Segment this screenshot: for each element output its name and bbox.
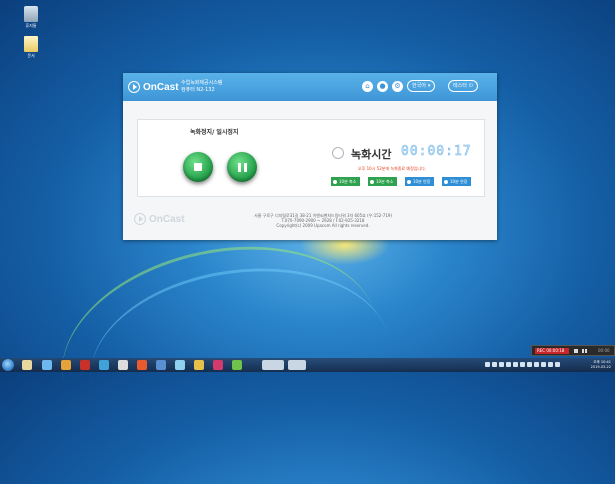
- subtitle-line1: 수업녹화제공시스템: [181, 80, 223, 86]
- end-notice: 오후 10시 52분에 녹화종료 예정입니다.: [358, 166, 427, 171]
- tray-icon[interactable]: [548, 362, 553, 367]
- stop-icon: [194, 163, 202, 171]
- user-menu-button[interactable]: 테스터 ⏻: [448, 80, 478, 92]
- folder-icon[interactable]: [61, 360, 71, 370]
- option-label: 10분 축소: [376, 179, 394, 184]
- user-button[interactable]: ●: [377, 81, 388, 92]
- user-name: 테스터: [453, 83, 467, 89]
- app-icon[interactable]: [137, 360, 147, 370]
- start-button[interactable]: [2, 359, 14, 371]
- extend-10min-button[interactable]: 10분 연장: [442, 177, 472, 186]
- app-icon[interactable]: [175, 360, 185, 370]
- pause-button[interactable]: [224, 149, 260, 185]
- recording-time-label: 녹화시간: [351, 148, 392, 161]
- tray-icon[interactable]: [506, 362, 511, 367]
- logo-text: OnCast: [143, 81, 179, 93]
- mini-pause-icon[interactable]: [582, 349, 584, 353]
- mini-recorder: REC 00:00:18 00:00: [531, 345, 615, 356]
- app-icon[interactable]: [213, 360, 223, 370]
- mini-stop-icon[interactable]: [574, 349, 578, 353]
- media-icon[interactable]: [80, 360, 90, 370]
- footer-logo-text: OnCast: [149, 213, 185, 225]
- tray-icon[interactable]: [541, 362, 546, 367]
- window-header: OnCast 수업녹화제공시스템 컴퓨터 N2-132 ⌂ ● ⚙ 한국어 ▾ …: [123, 73, 497, 101]
- recording-panel: 녹화정지/ 일시정지 녹화시간 00:00:17 오후 10시 52분에 녹화종…: [137, 119, 485, 197]
- oncast-window: OnCast 수업녹화제공시스템 컴퓨터 N2-132 ⌂ ● ⚙ 한국어 ▾ …: [123, 73, 497, 240]
- clock[interactable]: 오후 10:41 2019-03-22: [591, 360, 611, 370]
- footer-logo: OnCast: [134, 213, 185, 225]
- option-label: 10분 연장: [450, 179, 468, 184]
- reduce-10min-button[interactable]: 10분 축소: [331, 177, 361, 186]
- taskbar: 오후 10:41 2019-03-22: [0, 358, 615, 372]
- language-select[interactable]: 한국어 ▾: [407, 80, 436, 92]
- tray-icon[interactable]: [534, 362, 539, 367]
- mini-rec-status: REC 00:00:18: [535, 348, 569, 354]
- document-label: 문서: [27, 53, 35, 58]
- home-icon: ⌂: [365, 82, 370, 90]
- radio-icon: [407, 179, 411, 184]
- app-icon[interactable]: [156, 360, 166, 370]
- panel-title: 녹화정지/ 일시정지: [190, 129, 239, 136]
- radio-icon: [333, 179, 337, 184]
- app-icon[interactable]: [99, 360, 109, 370]
- user-icon: ●: [379, 82, 386, 90]
- document-icon[interactable]: [24, 36, 38, 52]
- play-logo-icon: [128, 81, 140, 93]
- radio-icon: [370, 179, 374, 184]
- recycle-bin-label: 휴지통: [25, 23, 37, 28]
- tray-icon[interactable]: [485, 362, 490, 367]
- extend-10min-button[interactable]: 10분 연장: [405, 177, 435, 186]
- chevron-down-icon: ▾: [427, 83, 431, 89]
- tray-icon[interactable]: [513, 362, 518, 367]
- explorer-icon[interactable]: [22, 360, 32, 370]
- app-icon[interactable]: [232, 360, 242, 370]
- task-button[interactable]: [288, 360, 306, 370]
- clock-date: 2019-03-22: [590, 365, 611, 369]
- reduce-10min-button[interactable]: 10분 축소: [368, 177, 398, 186]
- tray-icon[interactable]: [499, 362, 504, 367]
- radio-icon: [444, 179, 448, 184]
- recycle-bin-icon[interactable]: [24, 6, 38, 22]
- language-value: 한국어: [412, 83, 426, 89]
- app-icon[interactable]: [194, 360, 204, 370]
- oncast-task-button[interactable]: [262, 360, 284, 370]
- tray-icon[interactable]: [492, 362, 497, 367]
- pause-icon: [237, 162, 247, 172]
- stop-button[interactable]: [180, 149, 216, 185]
- app-subtitle: 수업녹화제공시스템 컴퓨터 N2-132: [181, 80, 222, 94]
- option-label: 10분 연장: [413, 179, 431, 184]
- clock-icon: [332, 147, 344, 159]
- tray-icon[interactable]: [527, 362, 532, 367]
- ie-icon[interactable]: [42, 360, 52, 370]
- mini-rec-text: 00:00: [598, 348, 610, 353]
- settings-button[interactable]: ⚙: [392, 81, 403, 92]
- settings-icon: ⚙: [394, 82, 401, 90]
- recording-timer: 00:00:17: [401, 144, 472, 160]
- play-logo-icon: [134, 213, 146, 225]
- oncast-logo[interactable]: OnCast: [128, 79, 179, 95]
- tray-icon[interactable]: [555, 362, 560, 367]
- mini-pause-icon[interactable]: [585, 349, 587, 353]
- subtitle-line2: 컴퓨터 N2-132: [181, 87, 215, 93]
- app-icon[interactable]: [118, 360, 128, 370]
- footer-info: 서울 구로구 디지털로31길 38-21 이앤씨벤처드림타워 3차 605호 (…: [223, 213, 423, 228]
- footer-copyright: Copyright(c) 2009 Upacom All rights rese…: [276, 223, 370, 228]
- power-icon: ⏻: [468, 83, 473, 89]
- option-label: 10분 축소: [339, 179, 357, 184]
- tray-icon[interactable]: [520, 362, 525, 367]
- home-button[interactable]: ⌂: [362, 81, 373, 92]
